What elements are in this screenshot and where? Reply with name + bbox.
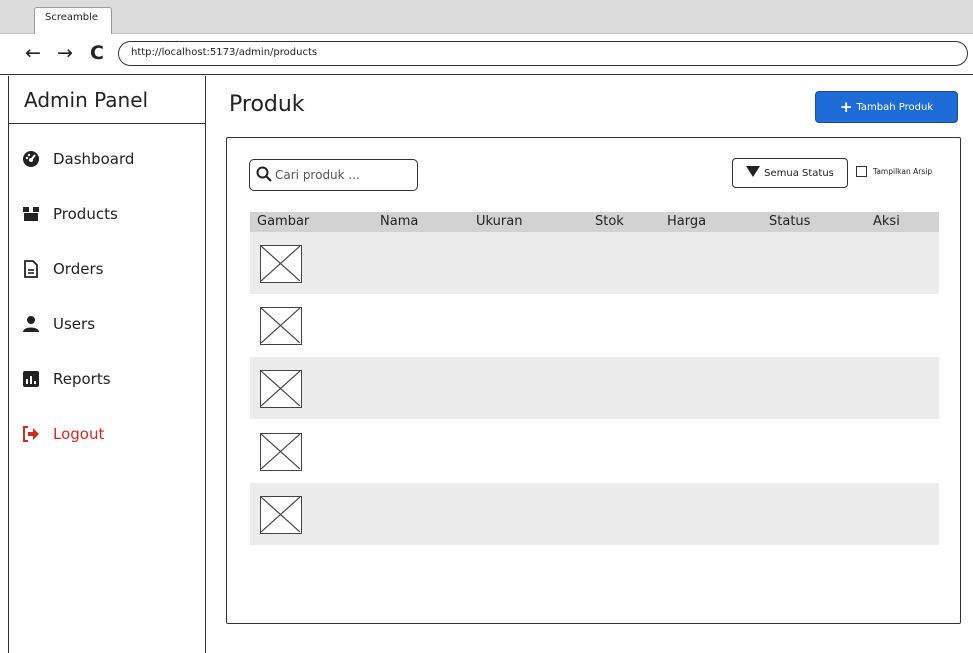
sidebar: Admin Panel Dashboard Products Orders Us… bbox=[8, 76, 206, 653]
table-row bbox=[250, 294, 939, 356]
image-placeholder-icon bbox=[260, 496, 302, 534]
add-product-button[interactable]: + Tambah Produk bbox=[815, 91, 958, 123]
column-header: Stok bbox=[595, 214, 624, 229]
column-header: Status bbox=[769, 214, 811, 229]
reports-icon bbox=[22, 370, 40, 388]
sidebar-item-label: Logout bbox=[53, 425, 105, 443]
user-icon bbox=[22, 315, 40, 333]
sidebar-item-orders[interactable]: Orders bbox=[22, 255, 103, 283]
logout-icon bbox=[22, 425, 40, 443]
column-header: Nama bbox=[380, 214, 419, 229]
sidebar-item-label: Orders bbox=[53, 260, 104, 278]
forward-arrow-icon[interactable]: → bbox=[54, 40, 76, 66]
archive-toggle[interactable]: Tampilkan Arsip bbox=[856, 166, 932, 177]
orders-icon bbox=[22, 260, 40, 278]
add-product-label: Tambah Produk bbox=[856, 101, 934, 113]
tab-strip: Screamble bbox=[0, 0, 973, 34]
search-icon bbox=[256, 166, 272, 185]
page-title: Produk bbox=[229, 92, 305, 117]
filter-icon bbox=[746, 166, 761, 180]
sidebar-item-dashboard[interactable]: Dashboard bbox=[22, 145, 134, 173]
archive-label: Tampilkan Arsip bbox=[873, 167, 933, 176]
column-header: Gambar bbox=[257, 214, 310, 229]
sidebar-item-logout[interactable]: Logout bbox=[22, 420, 104, 448]
image-placeholder-icon bbox=[260, 245, 302, 283]
column-header: Ukuran bbox=[476, 214, 523, 229]
browser-toolbar: Screamble ← → C http://localhost:5173/ad… bbox=[0, 0, 973, 74]
sidebar-item-label: Users bbox=[53, 315, 96, 333]
browser-tab[interactable]: Screamble bbox=[34, 7, 112, 34]
image-placeholder-icon bbox=[260, 433, 302, 471]
search-placeholder: Cari produk ... bbox=[275, 168, 360, 182]
search-input[interactable]: Cari produk ... bbox=[249, 159, 418, 191]
dashboard-icon bbox=[22, 150, 40, 168]
image-placeholder-icon bbox=[260, 370, 302, 408]
checkbox[interactable] bbox=[856, 166, 867, 177]
table-header: Gambar Nama Ukuran Stok Harga Status Aks… bbox=[250, 212, 939, 232]
table-row bbox=[250, 483, 939, 545]
sidebar-item-label: Reports bbox=[53, 370, 111, 388]
divider bbox=[0, 74, 973, 75]
status-filter-button[interactable]: Semua Status bbox=[732, 158, 848, 188]
reload-icon[interactable]: C bbox=[86, 40, 108, 66]
sidebar-item-label: Products bbox=[53, 205, 118, 223]
table-row bbox=[250, 357, 939, 419]
table-row bbox=[250, 420, 939, 482]
url-bar[interactable]: http://localhost:5173/admin/products bbox=[118, 41, 968, 66]
sidebar-item-label: Dashboard bbox=[53, 150, 135, 168]
table-row bbox=[250, 232, 939, 294]
sidebar-item-reports[interactable]: Reports bbox=[22, 365, 111, 393]
plus-icon: + bbox=[839, 98, 853, 116]
sidebar-item-products[interactable]: Products bbox=[22, 200, 118, 228]
products-icon bbox=[22, 205, 40, 223]
status-filter-label: Semua Status bbox=[764, 167, 834, 179]
back-arrow-icon[interactable]: ← bbox=[22, 40, 44, 66]
column-header: Harga bbox=[667, 214, 707, 229]
column-header: Aksi bbox=[873, 214, 900, 229]
image-placeholder-icon bbox=[260, 307, 302, 345]
sidebar-title: Admin Panel bbox=[9, 76, 205, 124]
sidebar-item-users[interactable]: Users bbox=[22, 310, 95, 338]
